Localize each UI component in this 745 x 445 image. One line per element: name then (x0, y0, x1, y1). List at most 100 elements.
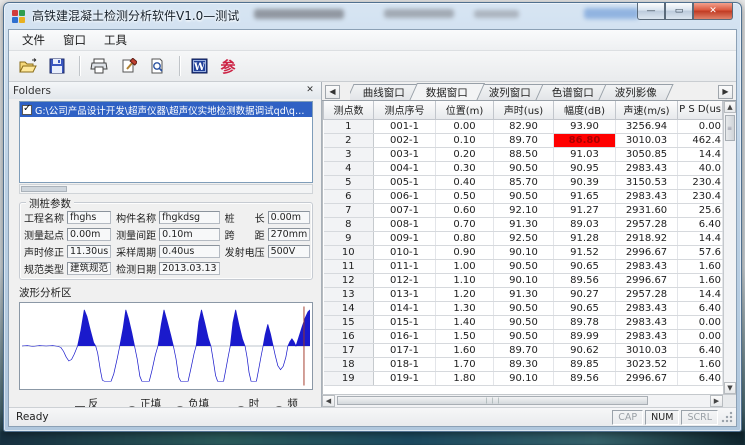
table-cell[interactable]: 0.70 (436, 217, 494, 231)
table-cell[interactable]: 90.65 (554, 301, 616, 315)
table-cell[interactable]: 91.30 (494, 287, 554, 301)
vertical-scrollbar[interactable]: ▲ ≡ ▼ (723, 101, 736, 394)
table-cell[interactable]: 89.30 (494, 357, 554, 371)
column-header-6[interactable]: 声速(m/s) (616, 101, 678, 119)
table-cell[interactable]: 90.50 (494, 189, 554, 203)
param-value[interactable]: 0.40us (159, 245, 219, 258)
save-button[interactable] (44, 54, 70, 78)
table-cell[interactable]: 1.60 (678, 273, 723, 287)
table-cell[interactable]: 14.4 (678, 287, 723, 301)
open-button[interactable] (15, 54, 41, 78)
table-cell[interactable]: 2996.67 (616, 371, 678, 385)
table-cell[interactable]: 014-1 (374, 301, 436, 315)
table-cell[interactable]: 92.50 (494, 231, 554, 245)
table-cell[interactable]: 14.4 (678, 231, 723, 245)
table-cell[interactable]: 92.10 (494, 203, 554, 217)
table-cell[interactable]: 1 (324, 119, 374, 133)
table-cell[interactable]: 89.03 (554, 217, 616, 231)
table-cell[interactable]: 89.85 (554, 357, 616, 371)
table-cell[interactable]: 2957.28 (616, 217, 678, 231)
table-cell[interactable]: 1.60 (678, 357, 723, 371)
fill-option-负填充[interactable]: 负填充 (175, 396, 214, 407)
table-cell[interactable]: 16 (324, 329, 374, 343)
table-cell[interactable]: 2957.28 (616, 287, 678, 301)
table-cell[interactable]: 0.00 (678, 119, 723, 133)
table-cell[interactable]: 2983.43 (616, 329, 678, 343)
table-cell[interactable]: 0.60 (436, 203, 494, 217)
table-cell[interactable]: 89.70 (494, 343, 554, 357)
table-cell[interactable]: 2996.67 (616, 273, 678, 287)
tab-数据窗口[interactable]: 数据窗口 (409, 83, 485, 100)
table-cell[interactable]: 1.20 (436, 287, 494, 301)
table-cell[interactable]: 91.52 (554, 245, 616, 259)
table-cell[interactable]: 10 (324, 245, 374, 259)
table-cell[interactable]: 0.30 (436, 161, 494, 175)
table-cell[interactable]: 007-1 (374, 203, 436, 217)
parameter-button[interactable]: 参 (215, 54, 241, 78)
maximize-button[interactable]: ▭ (665, 3, 693, 20)
table-cell[interactable]: 3150.53 (616, 175, 678, 189)
table-cell[interactable]: 2983.43 (616, 315, 678, 329)
param-value[interactable]: 0.00m (67, 228, 111, 241)
folder-list-item[interactable]: G:\公司产品设计开发\超声仪器\超声仪实地检测数据调试qd\qd03\qd03… (20, 102, 312, 117)
panel-close-icon[interactable]: ✕ (303, 84, 317, 97)
table-cell[interactable]: 90.62 (554, 343, 616, 357)
table-row[interactable]: 8008-10.7091.3089.032957.286.40 (324, 217, 723, 231)
table-cell[interactable]: 85.70 (494, 175, 554, 189)
table-cell[interactable]: 1.50 (436, 329, 494, 343)
table-cell[interactable]: 2983.43 (616, 259, 678, 273)
table-cell[interactable]: 82.90 (494, 119, 554, 133)
table-cell[interactable]: 3023.52 (616, 357, 678, 371)
table-cell[interactable]: 013-1 (374, 287, 436, 301)
table-row[interactable]: 13013-11.2091.3090.272957.2814.4 (324, 287, 723, 301)
column-header-5[interactable]: 幅度(dB) (554, 101, 616, 119)
table-cell[interactable]: 13 (324, 287, 374, 301)
table-cell[interactable]: 90.65 (554, 259, 616, 273)
scroll-left-icon[interactable]: ◀ (322, 395, 335, 407)
table-row[interactable]: 5005-10.4085.7090.393150.53230.4 (324, 175, 723, 189)
table-cell[interactable]: 17 (324, 343, 374, 357)
table-cell[interactable]: 002-1 (374, 133, 436, 147)
table-cell[interactable]: 25.6 (678, 203, 723, 217)
table-cell[interactable]: 2996.67 (616, 245, 678, 259)
table-cell[interactable]: 016-1 (374, 329, 436, 343)
domain-option-频域[interactable]: 频域 (274, 396, 304, 407)
table-cell[interactable]: 3 (324, 147, 374, 161)
titlebar[interactable]: 高铁建混凝土检测分析软件V1.0—测试 — ▭ ✕ (4, 3, 741, 28)
table-cell[interactable]: 0.40 (436, 175, 494, 189)
vscroll-thumb[interactable]: ≡ (725, 115, 735, 141)
folder-list[interactable]: G:\公司产品设计开发\超声仪器\超声仪实地检测数据调试qd\qd03\qd03… (19, 101, 313, 183)
table-cell[interactable]: 1.60 (678, 259, 723, 273)
table-cell[interactable]: 7 (324, 203, 374, 217)
param-value[interactable]: 270mm (268, 228, 311, 241)
table-cell[interactable]: 14.4 (678, 147, 723, 161)
table-cell[interactable]: 1.00 (436, 259, 494, 273)
domain-option-时域[interactable]: 时域 (236, 396, 266, 407)
table-cell[interactable]: 6.40 (678, 371, 723, 385)
table-cell[interactable]: 4 (324, 161, 374, 175)
table-cell[interactable]: 86.80 (554, 133, 616, 147)
column-header-7[interactable]: P S D(us (678, 101, 723, 119)
table-row[interactable]: 18018-11.7089.3089.853023.521.60 (324, 357, 723, 371)
table-cell[interactable]: 88.50 (494, 147, 554, 161)
horizontal-scrollbar[interactable]: ◀ ❘❘❘ ▶ (322, 394, 736, 407)
param-value[interactable]: 建筑规范 (67, 262, 111, 275)
table-cell[interactable]: 1.60 (436, 343, 494, 357)
waveform-plot[interactable] (19, 302, 313, 390)
print-button[interactable] (86, 54, 112, 78)
table-cell[interactable]: 6.40 (678, 301, 723, 315)
table-cell[interactable]: 019-1 (374, 371, 436, 385)
param-value[interactable]: fhgkdsg (159, 211, 219, 224)
table-cell[interactable]: 1.30 (436, 301, 494, 315)
scroll-down-icon[interactable]: ▼ (724, 382, 736, 394)
table-cell[interactable]: 90.50 (494, 315, 554, 329)
table-cell[interactable]: 005-1 (374, 175, 436, 189)
table-cell[interactable]: 89.56 (554, 371, 616, 385)
table-cell[interactable]: 003-1 (374, 147, 436, 161)
table-row[interactable]: 4004-10.3090.5090.952983.4340.0 (324, 161, 723, 175)
print-preview-button[interactable] (144, 54, 170, 78)
table-row[interactable]: 14014-11.3090.5090.652983.436.40 (324, 301, 723, 315)
param-value[interactable]: 500V (268, 245, 311, 258)
table-cell[interactable]: 90.27 (554, 287, 616, 301)
table-cell[interactable]: 9 (324, 231, 374, 245)
